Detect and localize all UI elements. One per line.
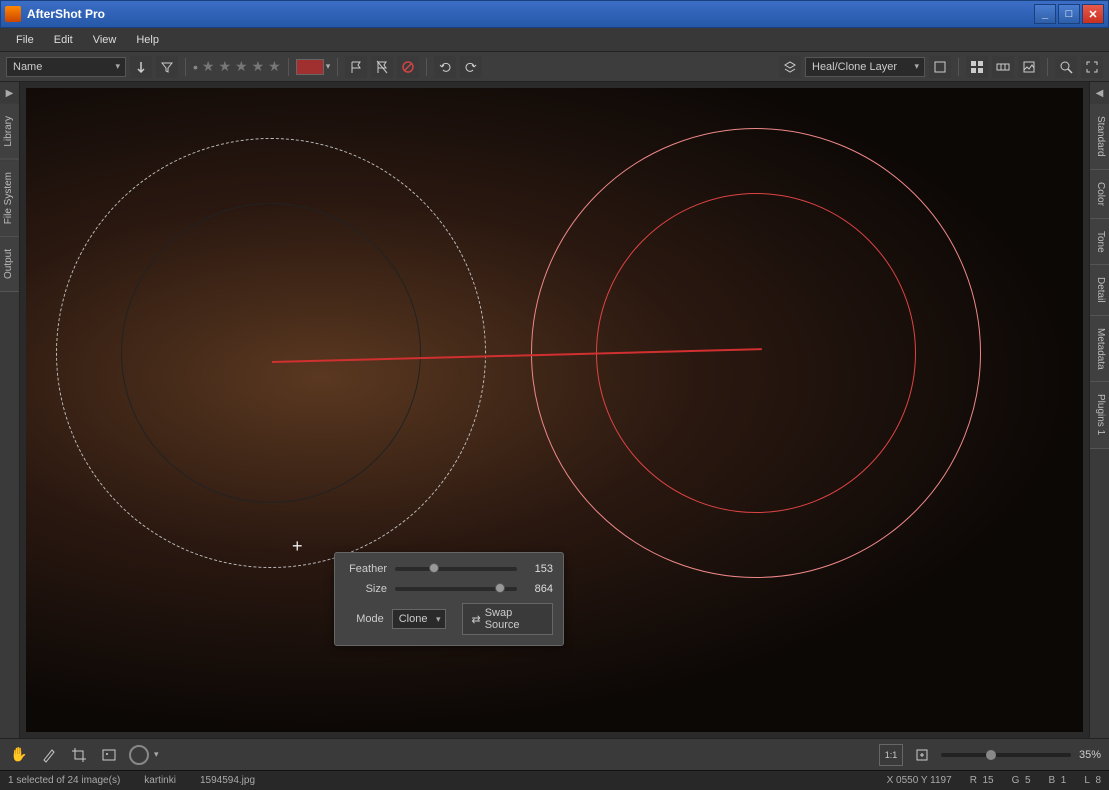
status-b: B 1 — [1049, 775, 1067, 786]
statusbar: 1 selected of 24 image(s) kartinki 15945… — [0, 770, 1109, 790]
menu-file[interactable]: File — [6, 31, 44, 49]
right-panel-tabs: ◀ Standard Color Tone Detail Metadata Pl… — [1089, 82, 1109, 738]
tab-metadata[interactable]: Metadata — [1090, 316, 1109, 383]
flag-pick-button[interactable] — [345, 56, 367, 78]
app-icon — [5, 6, 21, 22]
bullet-icon: • — [193, 59, 198, 75]
tab-standard[interactable]: Standard — [1090, 104, 1109, 170]
view-image-button[interactable] — [1018, 56, 1040, 78]
flag-clear-button[interactable] — [397, 56, 419, 78]
size-slider[interactable] — [395, 587, 517, 591]
view-single-button[interactable] — [929, 56, 951, 78]
rating-star-1[interactable]: ★ — [202, 58, 215, 75]
feather-value: 153 — [525, 563, 553, 575]
magnifier-button[interactable] — [1055, 56, 1077, 78]
minimize-button[interactable]: _ — [1034, 4, 1056, 24]
tab-color[interactable]: Color — [1090, 170, 1109, 219]
status-folder: kartinki — [144, 775, 176, 786]
undo-button[interactable] — [434, 56, 456, 78]
zoom-fit-button[interactable] — [911, 744, 933, 766]
status-g: G 5 — [1012, 775, 1031, 786]
swap-icon: ⇄ — [471, 613, 480, 626]
rating-star-3[interactable]: ★ — [235, 58, 248, 75]
size-value: 864 — [525, 583, 553, 595]
view-grid-button[interactable] — [966, 56, 988, 78]
maximize-button[interactable]: □ — [1058, 4, 1080, 24]
clone-source-ring[interactable] — [121, 203, 421, 503]
window-titlebar: AfterShot Pro _ □ ✕ — [0, 0, 1109, 28]
menubar: File Edit View Help — [0, 28, 1109, 52]
zoom-1to1-button[interactable]: 1:1 — [879, 744, 903, 766]
zoom-slider[interactable] — [941, 753, 1071, 757]
feather-label: Feather — [345, 563, 387, 575]
menu-view[interactable]: View — [83, 31, 127, 49]
mode-label: Mode — [345, 613, 384, 625]
tab-filesystem[interactable]: File System — [0, 160, 19, 237]
main-area: ▶ Library File System Output + Feather 1… — [0, 82, 1109, 738]
right-panel-expand[interactable]: ◀ — [1090, 82, 1109, 104]
color-label-swatch[interactable] — [296, 59, 324, 75]
left-panel-expand[interactable]: ▶ — [0, 82, 19, 104]
bottom-toolbar: ✋ ▾ 1:1 35% — [0, 738, 1109, 770]
status-coords: X 0550 Y 1197 — [887, 775, 952, 786]
sort-direction-button[interactable] — [130, 56, 152, 78]
canvas-viewport[interactable]: + Feather 153 Size 864 Mode Clone — [20, 82, 1089, 738]
region-tool-dropdown-icon[interactable]: ▾ — [154, 749, 159, 760]
color-label-dropdown-icon[interactable]: ▾ — [326, 61, 331, 72]
tab-detail[interactable]: Detail — [1090, 265, 1109, 316]
status-l: L 8 — [1084, 775, 1101, 786]
layer-select[interactable]: Heal/Clone Layer — [805, 57, 925, 77]
tab-output[interactable]: Output — [0, 237, 19, 292]
zoom-value: 35% — [1079, 749, 1101, 761]
tab-tone[interactable]: Tone — [1090, 219, 1109, 266]
size-label: Size — [345, 583, 387, 595]
fullscreen-button[interactable] — [1081, 56, 1103, 78]
white-balance-tool[interactable] — [38, 744, 60, 766]
clone-tool-popup: Feather 153 Size 864 Mode Clone ⇄ Swap S… — [334, 552, 564, 646]
mode-select[interactable]: Clone — [392, 609, 447, 629]
window-title: AfterShot Pro — [27, 7, 1034, 21]
cursor-crosshair-icon: + — [292, 536, 303, 557]
left-panel-tabs: ▶ Library File System Output — [0, 82, 20, 738]
rating-star-4[interactable]: ★ — [252, 58, 265, 75]
status-r: R 15 — [970, 775, 994, 786]
menu-help[interactable]: Help — [126, 31, 169, 49]
tab-library[interactable]: Library — [0, 104, 19, 160]
close-button[interactable]: ✕ — [1082, 4, 1104, 24]
image-tool[interactable] — [98, 744, 120, 766]
rating-star-5[interactable]: ★ — [268, 58, 281, 75]
pan-tool[interactable]: ✋ — [8, 744, 30, 766]
feather-slider[interactable] — [395, 567, 517, 571]
flag-reject-button[interactable] — [371, 56, 393, 78]
filter-button[interactable] — [156, 56, 178, 78]
crop-tool[interactable] — [68, 744, 90, 766]
top-toolbar: Name • ★ ★ ★ ★ ★ ▾ Heal/Clone Layer — [0, 52, 1109, 82]
sort-select[interactable]: Name — [6, 57, 126, 77]
tab-plugins[interactable]: Plugins 1 — [1090, 382, 1109, 448]
layers-icon[interactable] — [779, 56, 801, 78]
status-selection: 1 selected of 24 image(s) — [8, 775, 120, 786]
menu-edit[interactable]: Edit — [44, 31, 83, 49]
view-filmstrip-button[interactable] — [992, 56, 1014, 78]
status-filename: 1594594.jpg — [200, 775, 255, 786]
image-canvas[interactable]: + Feather 153 Size 864 Mode Clone — [26, 88, 1083, 732]
region-tool[interactable] — [128, 744, 150, 766]
rating-star-2[interactable]: ★ — [218, 58, 231, 75]
swap-source-button[interactable]: ⇄ Swap Source — [462, 603, 553, 635]
redo-button[interactable] — [460, 56, 482, 78]
